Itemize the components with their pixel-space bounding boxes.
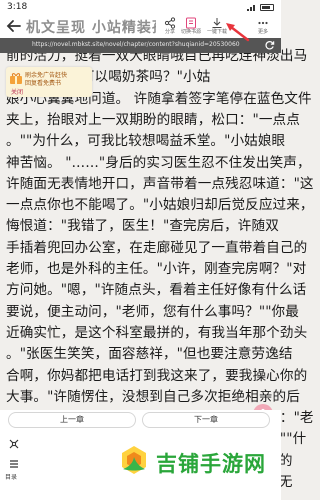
pointer-arrow-icon: [226, 23, 250, 42]
share-button[interactable]: 分享: [159, 17, 181, 36]
reader-line: 手插着兜回办公室，在走廊碰见了一直带着自己的: [6, 239, 308, 256]
promo-banner[interactable]: 刷余免广告赶快 回复看免费书 关闭: [6, 67, 92, 97]
share-label: 分享: [164, 29, 175, 35]
more-button[interactable]: 更多: [252, 17, 274, 36]
brightness-icon[interactable]: [8, 438, 20, 450]
reader-line: 合啊，你妈都把电话打到我这来了，要我操心你的: [6, 367, 308, 384]
promo-close-button[interactable]: 关闭: [11, 87, 23, 96]
back-arrow-icon[interactable]: [6, 18, 22, 34]
catalog-label[interactable]: 目录: [5, 472, 17, 481]
promo-line-1: 刷余免广告赶快: [25, 72, 68, 79]
reader-line: 许随面无表情地开口，声音带着一点残忍味道："这: [6, 175, 314, 192]
reader-line: 一点点你也不能喝了。"小姑娘归却后觉反应过来，: [6, 197, 314, 214]
reader-line: 悔恨道："我错了，医生！"查完房后，许随双: [6, 218, 279, 235]
switch-source-label: 切换书源: [180, 29, 201, 35]
reader-line: 神苦恼。 "……"身后的实习医生忍不住发出笑声，: [6, 154, 311, 171]
reader-line: 要说，便主动问，"老师，您有什么事吗？""你最: [6, 303, 299, 320]
refresh-icon[interactable]: [264, 40, 275, 51]
promo-line-2: 回复看免费书: [25, 80, 62, 87]
reader-line: 方问她。"嗯，"许随点头，看着主任好像有什么话: [6, 282, 307, 299]
site-logo-icon: [122, 446, 146, 474]
book-source-icon: [186, 17, 196, 29]
next-chapter-button[interactable]: 下一章: [142, 412, 270, 428]
share-icon: [164, 17, 176, 29]
reader-line: 大事。"许随愣住，没想到自己多次拒绝相亲的后: [6, 388, 300, 405]
reader-line: 老师，也是外科的主任。"小许，刚查完房啊？"对: [6, 261, 307, 277]
reader-line: 。""为什么，可我比较想喝益禾堂。"小姑娘眼: [6, 133, 286, 150]
prev-chapter-button[interactable]: 上一章: [8, 412, 136, 428]
catalog-icon[interactable]: [8, 458, 20, 470]
toolbar-title: 机文呈现 小站精装孙时: [26, 20, 156, 36]
more-label: 更多: [257, 29, 268, 35]
gift-icon: [10, 73, 22, 84]
reader-line: 夹上，抬眼对上一双期盼的眼睛，松口："一点点: [6, 111, 300, 128]
reader-line: 近确实忙，是这个科室最拼的，有我当年那个劲头: [6, 324, 308, 341]
more-dots-icon: [258, 21, 268, 25]
switch-source-button[interactable]: 切换书源: [180, 17, 202, 36]
url-text: https://novel.mbkst.site/novel/chapter/c…: [32, 41, 240, 48]
promo-text: 刷余免广告赶快 回复看免费书: [25, 72, 67, 88]
watermark-text: 吉铺手游网: [156, 452, 266, 476]
reader-line: 。"张医生笑笑，面容慈祥，"但也要注意劳逸结: [6, 346, 293, 363]
